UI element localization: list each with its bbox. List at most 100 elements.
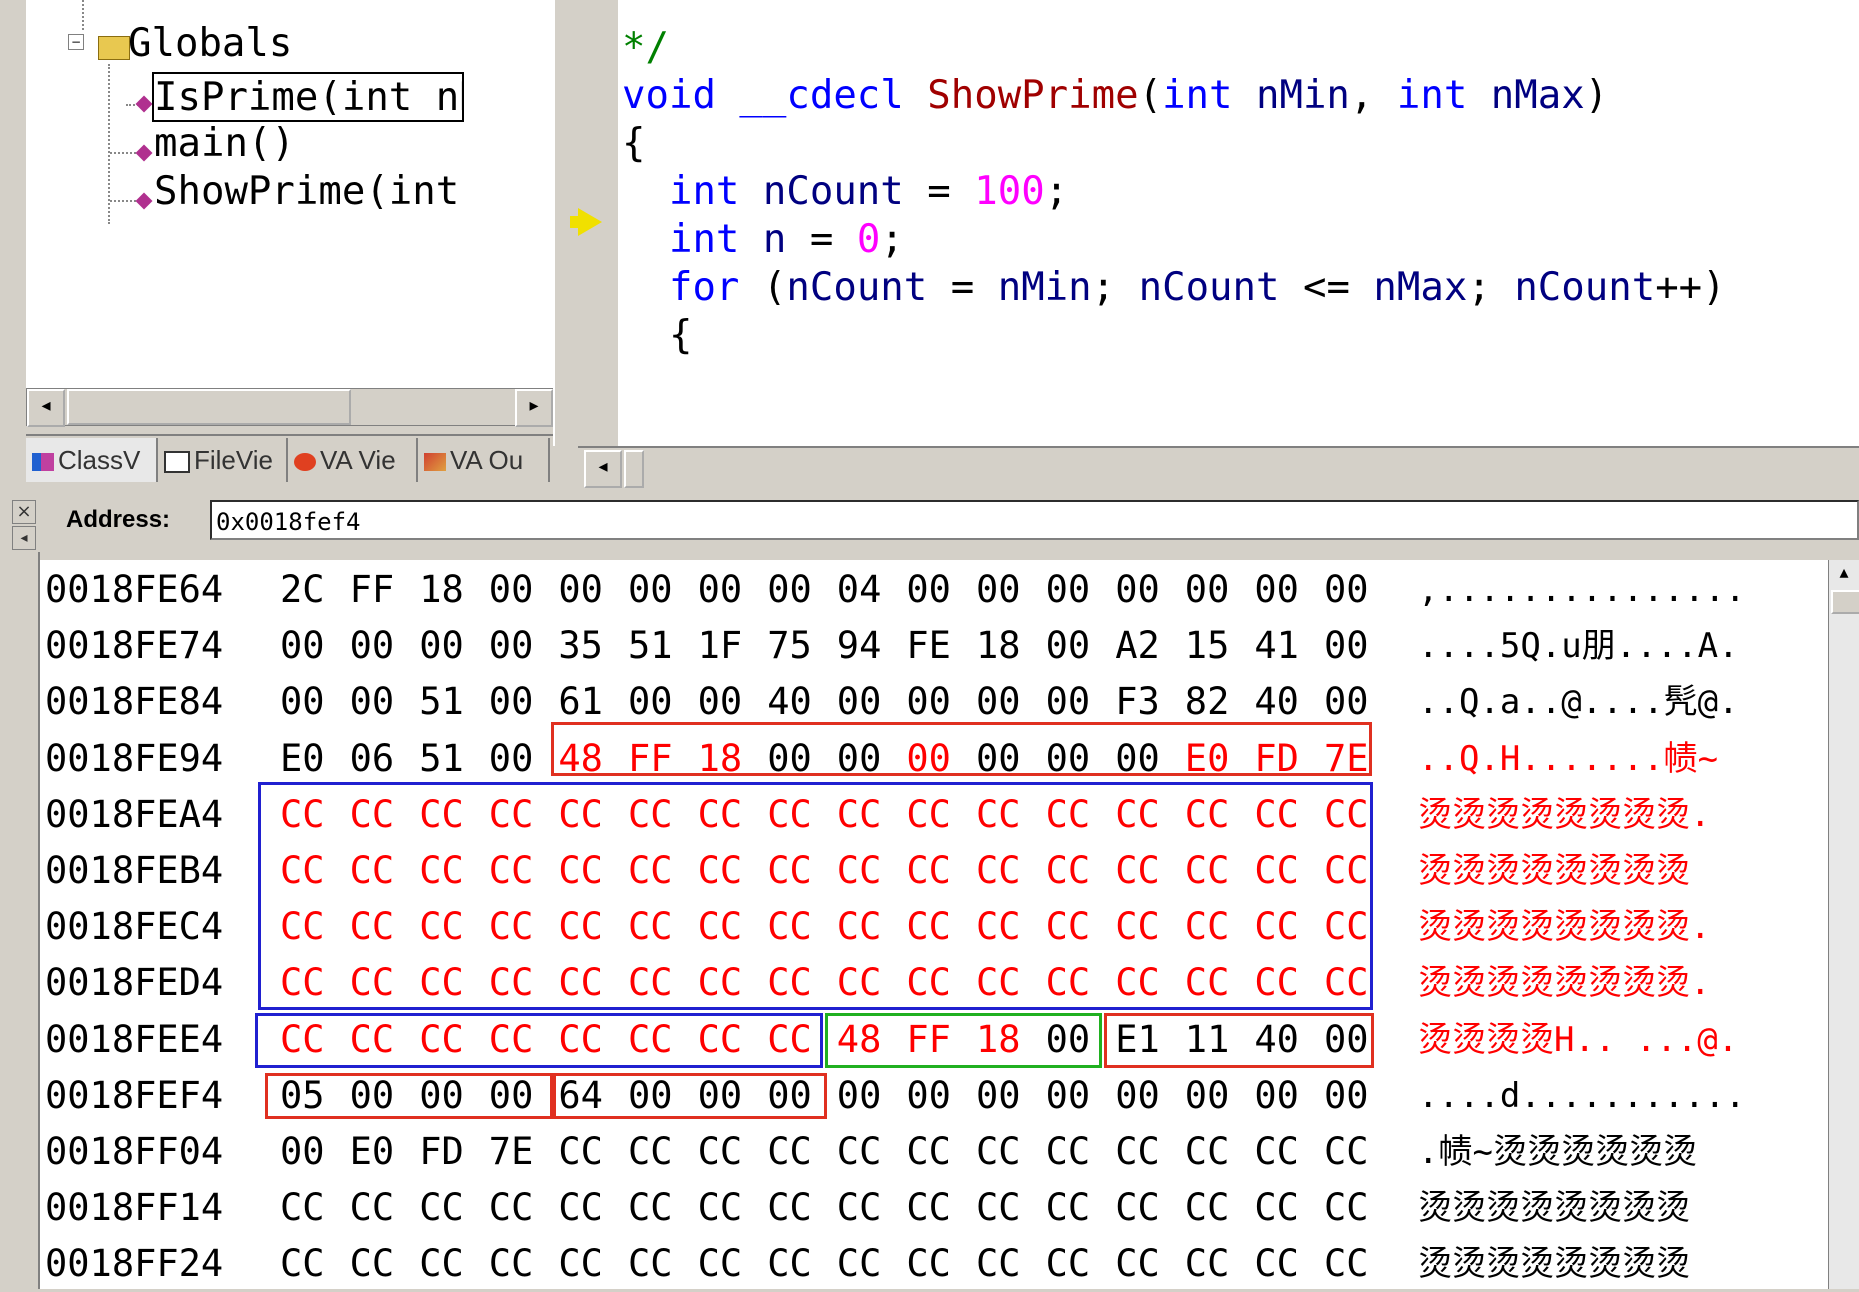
memory-byte[interactable]: CC <box>419 1236 479 1292</box>
memory-byte[interactable]: 51 <box>628 618 688 674</box>
memory-byte[interactable]: 00 <box>489 562 549 618</box>
memory-byte[interactable]: 00 <box>1254 562 1314 618</box>
memory-byte[interactable]: 00 <box>628 562 688 618</box>
memory-byte[interactable]: CC <box>906 1236 966 1292</box>
memory-byte[interactable]: 1F <box>698 618 758 674</box>
memory-byte[interactable]: CC <box>767 1124 827 1180</box>
memory-byte[interactable]: 00 <box>419 618 479 674</box>
memory-byte[interactable]: 00 <box>767 562 827 618</box>
memory-byte[interactable]: FF <box>350 562 410 618</box>
tree-folder-globals[interactable]: Globals <box>128 20 292 68</box>
memory-byte[interactable]: CC <box>1046 1236 1106 1292</box>
memory-byte[interactable]: 00 <box>489 618 549 674</box>
memory-byte[interactable]: 00 <box>1185 1068 1245 1124</box>
scroll-up-icon[interactable]: ▴ <box>1831 560 1857 586</box>
memory-byte[interactable]: CC <box>906 1124 966 1180</box>
tree-item-main[interactable]: main() <box>154 120 295 168</box>
memory-byte[interactable]: 00 <box>1185 562 1245 618</box>
memory-byte[interactable]: 51 <box>419 674 479 730</box>
code-line[interactable]: void __cdecl ShowPrime(int nMin, int nMa… <box>622 72 1608 120</box>
memory-byte[interactable]: 00 <box>1324 618 1384 674</box>
memory-byte[interactable]: CC <box>976 1124 1036 1180</box>
code-line[interactable]: int n = 0; <box>622 216 904 264</box>
memory-byte[interactable]: CC <box>837 1124 897 1180</box>
memory-byte[interactable]: CC <box>558 1180 618 1236</box>
memory-byte[interactable]: CC <box>837 1236 897 1292</box>
memory-byte[interactable]: 2C <box>280 562 340 618</box>
class-view-hscroll[interactable]: ◂ ▸ <box>26 388 554 427</box>
address-input[interactable]: 0x0018fef4 <box>210 500 1859 540</box>
editor-scroll-left-icon[interactable]: ◂ <box>584 450 622 488</box>
memory-byte[interactable]: CC <box>767 1180 827 1236</box>
memory-byte[interactable]: 00 <box>1324 1068 1384 1124</box>
memory-byte[interactable]: 7E <box>489 1124 549 1180</box>
memory-byte[interactable]: 00 <box>350 674 410 730</box>
memory-byte[interactable]: CC <box>280 1236 340 1292</box>
memory-byte[interactable]: CC <box>489 1236 549 1292</box>
scroll-right-icon[interactable]: ▸ <box>515 389 553 427</box>
memory-row[interactable]: 0018FF14 CC CC CC CC CC CC CC CC CC CC CC CC CC CC CC CC… <box>45 1180 1825 1236</box>
close-icon[interactable]: × <box>12 500 36 524</box>
tab-va-outline[interactable]: VA Ou <box>418 438 550 482</box>
memory-row[interactable]: 0018FF04 00 E0 FD 7E CC CC CC CC CC CC CC CC CC CC CC CC… <box>45 1124 1825 1180</box>
memory-byte[interactable]: CC <box>628 1124 688 1180</box>
memory-byte[interactable]: CC <box>419 1180 479 1236</box>
memory-byte[interactable]: 15 <box>1185 618 1245 674</box>
memory-byte[interactable]: CC <box>1254 1124 1314 1180</box>
memory-byte[interactable]: CC <box>976 1180 1036 1236</box>
memory-byte[interactable]: 75 <box>767 618 827 674</box>
memory-byte[interactable]: 04 <box>837 562 897 618</box>
memory-byte[interactable]: 00 <box>489 674 549 730</box>
memory-byte[interactable]: CC <box>350 1180 410 1236</box>
memory-row[interactable]: 0018FE74 00 00 00 00 35 51 1F 75 94 FE 18 00 A2 15 41 00… <box>45 618 1825 674</box>
memory-byte[interactable]: 41 <box>1254 618 1314 674</box>
tab-va-view[interactable]: VA Vie <box>288 438 418 482</box>
memory-byte[interactable]: CC <box>1324 1236 1384 1292</box>
memory-byte[interactable]: 06 <box>350 731 410 787</box>
memory-byte[interactable]: 00 <box>350 618 410 674</box>
memory-byte[interactable]: 00 <box>1324 562 1384 618</box>
memory-byte[interactable]: 00 <box>698 562 758 618</box>
memory-byte[interactable]: CC <box>350 1236 410 1292</box>
memory-byte[interactable]: 35 <box>558 618 618 674</box>
code-line[interactable]: int nCount = 100; <box>622 168 1068 216</box>
memory-byte[interactable]: CC <box>558 1124 618 1180</box>
memory-byte[interactable]: CC <box>906 1180 966 1236</box>
memory-byte[interactable]: 51 <box>419 731 479 787</box>
memory-byte[interactable]: 00 <box>558 562 618 618</box>
memory-byte[interactable]: CC <box>1115 1124 1175 1180</box>
memory-byte[interactable]: A2 <box>1115 618 1175 674</box>
pin-icon[interactable]: ◂ <box>12 526 36 550</box>
memory-byte[interactable]: CC <box>767 1236 827 1292</box>
code-line[interactable]: { <box>622 120 645 168</box>
memory-byte[interactable]: CC <box>1185 1124 1245 1180</box>
memory-byte[interactable]: CC <box>698 1124 758 1180</box>
memory-byte[interactable]: 00 <box>280 1124 340 1180</box>
memory-byte[interactable]: 00 <box>1046 562 1106 618</box>
memory-scroll-thumb[interactable] <box>1831 590 1859 614</box>
memory-byte[interactable]: CC <box>1324 1180 1384 1236</box>
memory-byte[interactable]: CC <box>280 1180 340 1236</box>
tab-classview[interactable]: ClassV <box>26 438 158 482</box>
memory-byte[interactable]: E0 <box>280 731 340 787</box>
memory-byte[interactable]: 00 <box>489 731 549 787</box>
memory-byte[interactable]: CC <box>1185 1236 1245 1292</box>
memory-byte[interactable]: FD <box>419 1124 479 1180</box>
memory-byte[interactable]: 00 <box>976 562 1036 618</box>
memory-byte[interactable]: CC <box>1046 1180 1106 1236</box>
memory-byte[interactable]: CC <box>489 1180 549 1236</box>
memory-byte[interactable]: CC <box>628 1236 688 1292</box>
memory-byte[interactable]: CC <box>698 1180 758 1236</box>
scroll-thumb[interactable] <box>67 389 351 425</box>
memory-byte[interactable]: E0 <box>350 1124 410 1180</box>
memory-byte[interactable]: CC <box>1115 1236 1175 1292</box>
editor-split-box[interactable] <box>624 450 644 488</box>
memory-byte[interactable]: CC <box>1254 1180 1314 1236</box>
scroll-left-icon[interactable]: ◂ <box>27 389 65 427</box>
memory-vscroll[interactable]: ▴ <box>1828 560 1859 1289</box>
memory-byte[interactable]: CC <box>1115 1180 1175 1236</box>
memory-byte[interactable]: CC <box>558 1236 618 1292</box>
memory-byte[interactable]: 00 <box>1254 1068 1314 1124</box>
memory-byte[interactable]: CC <box>1254 1236 1314 1292</box>
memory-byte[interactable]: CC <box>628 1180 688 1236</box>
